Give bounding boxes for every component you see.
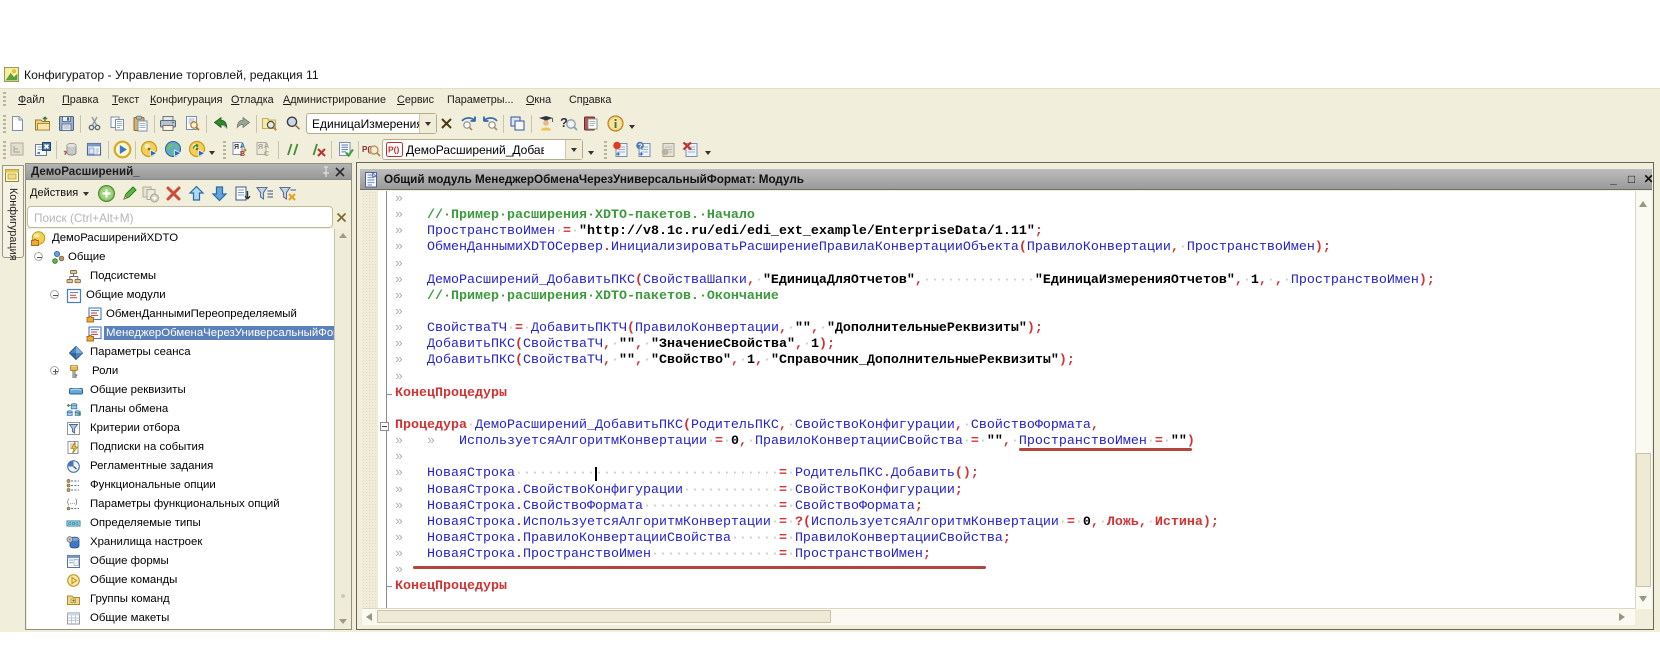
svg-text:(...): (...): [67, 499, 78, 506]
svg-text:B: B: [240, 151, 245, 158]
svg-text:C: C: [264, 151, 269, 158]
svg-text:A: A: [264, 143, 269, 150]
svg-text:Я: Я: [234, 144, 239, 151]
svg-text:Р(): Р(): [388, 145, 400, 155]
svg-text:?: ?: [638, 141, 643, 150]
svg-text:Я: Я: [258, 144, 263, 151]
